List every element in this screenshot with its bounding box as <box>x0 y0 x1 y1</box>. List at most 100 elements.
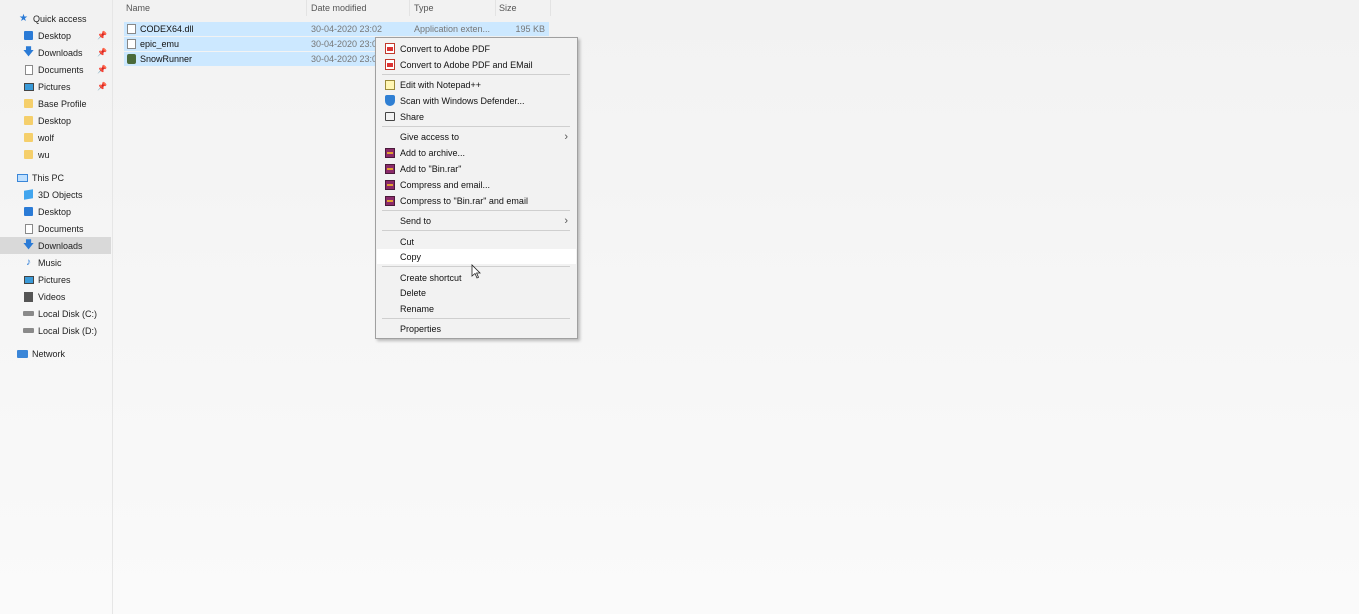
menu-convert-pdf[interactable]: Convert to Adobe PDF <box>377 41 576 56</box>
menu-scan-defender[interactable]: Scan with Windows Defender... <box>377 93 576 108</box>
winrar-icon <box>384 195 395 206</box>
mouse-cursor-icon <box>471 264 481 279</box>
menu-add-bin-rar[interactable]: Add to "Bin.rar" <box>377 161 576 176</box>
download-arrow-icon: 🡇 <box>22 239 35 251</box>
menu-give-access[interactable]: Give access to › <box>377 129 576 144</box>
dll-file-icon <box>127 24 136 34</box>
column-separator[interactable] <box>409 0 410 16</box>
menu-label: Scan with Windows Defender... <box>400 95 525 106</box>
file-row[interactable]: CODEX64.dll 30-04-2020 23:02 Application… <box>124 22 549 36</box>
menu-label: Properties <box>400 323 442 334</box>
column-separator[interactable] <box>495 0 496 16</box>
menu-add-archive[interactable]: Add to archive... <box>377 145 576 160</box>
nav-label: wolf <box>38 132 55 143</box>
menu-separator <box>382 230 570 231</box>
menu-cut[interactable]: Cut <box>377 234 576 249</box>
file-type: Application exten... <box>414 24 491 34</box>
nav-label: 3D Objects <box>38 189 83 200</box>
file-name: epic_emu <box>140 39 180 49</box>
music-note-icon: ♪ <box>26 257 31 268</box>
column-header-type[interactable]: Type <box>414 0 434 16</box>
menu-label: Create shortcut <box>400 272 462 283</box>
menu-delete[interactable]: Delete <box>377 285 576 300</box>
nav-base-profile[interactable]: Base Profile <box>0 95 111 112</box>
network-icon <box>17 348 28 359</box>
pictures-icon <box>23 81 34 92</box>
notepad-plus-icon <box>384 79 395 90</box>
pin-icon[interactable]: 📌 <box>97 82 107 91</box>
menu-share[interactable]: Share <box>377 109 576 124</box>
nav-desktop-pinned[interactable]: Desktop 📌 <box>0 27 111 44</box>
folder-icon <box>23 98 34 109</box>
pin-icon[interactable]: 📌 <box>97 65 107 74</box>
winrar-icon <box>384 179 395 190</box>
menu-label: Add to archive... <box>400 147 466 158</box>
menu-label: Cut <box>400 236 415 247</box>
nav-documents-pinned[interactable]: Documents 📌 <box>0 61 111 78</box>
menu-label: Delete <box>400 287 427 298</box>
nav-pc-downloads[interactable]: 🡇 Downloads <box>0 237 111 254</box>
nav-wu[interactable]: wu <box>0 146 111 163</box>
menu-copy[interactable]: Copy <box>377 249 576 264</box>
pin-icon[interactable]: 📌 <box>97 48 107 57</box>
nav-desktop-folder[interactable]: Desktop <box>0 112 111 129</box>
menu-label: Edit with Notepad++ <box>400 79 482 90</box>
menu-separator <box>382 74 570 75</box>
nav-downloads-pinned[interactable]: 🡇 Downloads 📌 <box>0 44 111 61</box>
menu-properties[interactable]: Properties <box>377 321 576 336</box>
download-arrow-icon: 🡇 <box>22 46 35 58</box>
file-name: CODEX64.dll <box>140 24 194 34</box>
defender-shield-icon <box>384 95 395 106</box>
drive-icon <box>23 308 34 319</box>
column-separator[interactable] <box>306 0 307 16</box>
menu-label: Compress to "Bin.rar" and email <box>400 195 528 206</box>
menu-separator <box>382 318 570 319</box>
menu-send-to[interactable]: Send to › <box>377 213 576 228</box>
nav-videos[interactable]: Videos <box>0 288 111 305</box>
nav-this-pc[interactable]: This PC <box>0 169 111 186</box>
nav-label: Music <box>38 257 62 268</box>
nav-wolf[interactable]: wolf <box>0 129 111 146</box>
nav-3d-objects[interactable]: 3D Objects <box>0 186 111 203</box>
nav-label: Network <box>32 348 66 359</box>
menu-rename[interactable]: Rename <box>377 301 576 316</box>
column-header-date[interactable]: Date modified <box>311 0 367 16</box>
nav-label: Base Profile <box>38 98 87 109</box>
menu-compress-email[interactable]: Compress and email... <box>377 177 576 192</box>
document-icon <box>23 64 34 75</box>
menu-label: Give access to <box>400 131 460 142</box>
file-date: 30-04-2020 23:02 <box>311 54 383 64</box>
nav-pc-documents[interactable]: Documents <box>0 220 111 237</box>
menu-edit-notepad[interactable]: Edit with Notepad++ <box>377 77 576 92</box>
adobe-pdf-icon <box>384 43 395 54</box>
nav-pc-desktop[interactable]: Desktop <box>0 203 111 220</box>
nav-pc-pictures[interactable]: Pictures <box>0 271 111 288</box>
context-menu: Convert to Adobe PDF Convert to Adobe PD… <box>375 37 578 339</box>
nav-local-disk-c[interactable]: Local Disk (C:) <box>0 305 111 322</box>
film-icon <box>23 291 34 302</box>
chevron-right-icon: › <box>564 214 568 227</box>
menu-separator <box>382 126 570 127</box>
nav-pictures-pinned[interactable]: Pictures 📌 <box>0 78 111 95</box>
nav-quick-access[interactable]: ★ Quick access <box>0 10 111 27</box>
star-icon: ★ <box>19 13 28 24</box>
column-separator[interactable] <box>550 0 551 16</box>
pin-icon[interactable]: 📌 <box>97 31 107 40</box>
winrar-icon <box>384 163 395 174</box>
nav-label: wu <box>38 149 50 160</box>
folder-icon <box>23 132 34 143</box>
adobe-pdf-email-icon <box>384 59 395 70</box>
menu-compress-bin-email[interactable]: Compress to "Bin.rar" and email <box>377 193 576 208</box>
menu-convert-pdf-email[interactable]: Convert to Adobe PDF and EMail <box>377 57 576 72</box>
nav-local-disk-d[interactable]: Local Disk (D:) <box>0 322 111 339</box>
menu-label: Send to <box>400 215 432 226</box>
folder-icon <box>23 149 34 160</box>
nav-label: Local Disk (C:) <box>38 308 98 319</box>
file-date: 30-04-2020 23:02 <box>311 39 383 49</box>
file-name: SnowRunner <box>140 54 193 64</box>
column-header-name[interactable]: Name <box>126 0 150 16</box>
column-header-size[interactable]: Size <box>499 0 517 16</box>
nav-network[interactable]: Network <box>0 345 111 362</box>
nav-music[interactable]: ♪ Music <box>0 254 111 271</box>
nav-label: Desktop <box>38 206 72 217</box>
